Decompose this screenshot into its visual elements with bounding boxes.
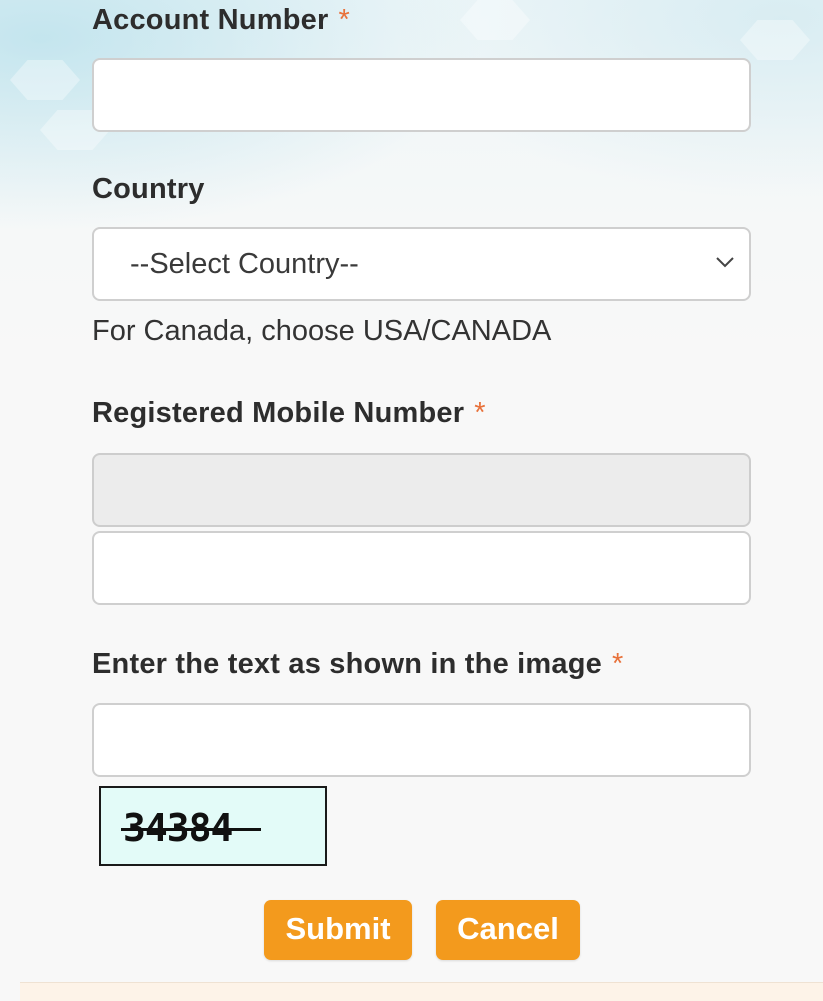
captcha-strike-line	[121, 828, 261, 831]
decor-hexagon	[740, 20, 810, 60]
required-mark: *	[474, 397, 486, 429]
required-mark: *	[611, 648, 624, 680]
chevron-down-icon	[716, 257, 734, 268]
country-select-value: --Select Country--	[130, 248, 359, 280]
country-code-field	[92, 453, 751, 527]
captcha-label-text: Enter the text as shown in the image	[92, 648, 602, 680]
decor-hexagon	[10, 60, 80, 100]
country-label: Country	[92, 173, 205, 205]
required-mark: *	[338, 4, 350, 36]
captcha-input[interactable]	[92, 703, 751, 777]
country-hint: For Canada, choose USA/CANADA	[92, 315, 552, 347]
mobile-number-label-text: Registered Mobile Number	[92, 397, 465, 429]
account-number-label: Account Number *	[92, 4, 350, 37]
captcha-image: 34384	[99, 786, 327, 866]
mobile-number-label: Registered Mobile Number *	[92, 397, 486, 430]
footer-notice-bar	[20, 982, 823, 1001]
captcha-label: Enter the text as shown in the image *	[92, 648, 623, 681]
account-number-input[interactable]	[92, 58, 751, 132]
cancel-button[interactable]: Cancel	[436, 900, 580, 960]
submit-button[interactable]: Submit	[264, 900, 412, 960]
decor-hexagon	[460, 0, 530, 40]
mobile-number-input[interactable]	[92, 531, 751, 605]
country-select[interactable]: --Select Country--	[92, 227, 751, 301]
account-number-label-text: Account Number	[92, 4, 329, 36]
